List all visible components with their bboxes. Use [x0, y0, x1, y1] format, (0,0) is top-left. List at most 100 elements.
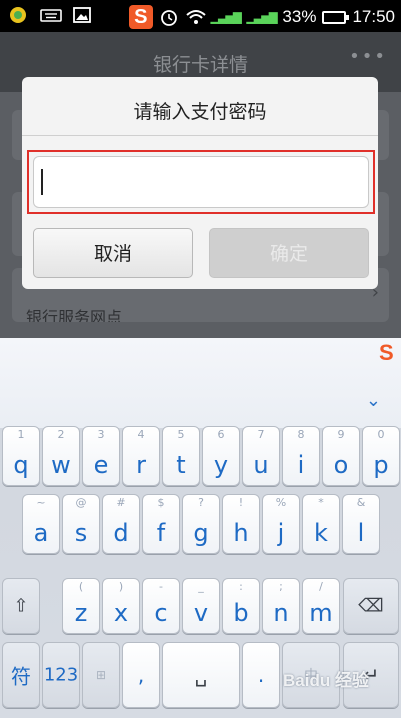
key-main-label: g	[193, 519, 209, 547]
key-e[interactable]: 3e	[82, 426, 120, 486]
key-sub-label: 1	[17, 428, 25, 441]
key-v[interactable]: _ v	[182, 578, 220, 634]
key-main-label: u	[253, 451, 269, 479]
key-o[interactable]: 9o	[322, 426, 360, 486]
sogou-input-icon: S	[128, 5, 153, 29]
key-main-label: i	[297, 451, 305, 479]
key-u[interactable]: 7u	[242, 426, 280, 486]
key-h[interactable]: ! h	[222, 494, 260, 554]
image-icon	[72, 5, 92, 25]
clock: 17:50	[352, 7, 395, 26]
key-b[interactable]: :b	[222, 578, 260, 634]
symbol-key[interactable]: 符	[2, 642, 40, 708]
key-x[interactable]: ) x	[102, 578, 140, 634]
key-sub-label: )	[118, 580, 124, 593]
key-sub-label: &	[356, 496, 366, 509]
key-main-label: x	[113, 599, 129, 627]
key-sub-label: %	[275, 496, 287, 509]
key-sub-label: 9	[337, 428, 345, 441]
key-main-label: k	[314, 519, 328, 547]
key-l[interactable]: & l	[342, 494, 380, 554]
key-j[interactable]: % j	[262, 494, 300, 554]
key-sub-label: 8	[297, 428, 305, 441]
page-title: 银行卡详情	[152, 54, 248, 76]
sogou-logo-icon[interactable]: S	[379, 340, 401, 365]
key-n[interactable]: ; n	[262, 578, 300, 634]
battery-percent: 33%	[282, 7, 317, 26]
password-input[interactable]	[33, 156, 369, 208]
signal-icon: ▁▃▅▇	[210, 11, 242, 24]
key-main-label: d	[113, 519, 129, 547]
key-main-label: b	[233, 599, 249, 627]
key-main-label: l	[357, 519, 365, 547]
key-sub-label: _	[198, 580, 204, 593]
key-c[interactable]: -c	[142, 578, 180, 634]
period-key[interactable]: .	[242, 642, 280, 708]
number-key[interactable]: 123	[42, 642, 80, 708]
key-main-label: s	[74, 519, 88, 547]
key-r[interactable]: 4r	[122, 426, 160, 486]
key-main-label: q	[13, 451, 29, 479]
key-sub-label: 2	[57, 428, 65, 441]
key-k[interactable]: * k	[302, 494, 340, 554]
key-main-label: z	[74, 599, 88, 627]
cancel-button[interactable]: 取消	[33, 228, 193, 278]
key-s[interactable]: @ s	[62, 494, 100, 554]
key-main-label: v	[193, 599, 209, 627]
key-q[interactable]: 1q	[2, 426, 40, 486]
key-f[interactable]: $ f	[142, 494, 180, 554]
key-sub-label: ?	[198, 496, 204, 509]
key-i[interactable]: 8i	[282, 426, 320, 486]
key-m[interactable]: / m	[302, 578, 340, 634]
key-main-label: m	[309, 599, 333, 627]
key-p[interactable]: 0p	[362, 426, 400, 486]
key-main-label: a	[33, 519, 49, 547]
payment-password-dialog: 请输入支付密码 取消 确定	[22, 77, 378, 289]
confirm-button[interactable]: 确定	[209, 228, 369, 278]
key-sub-label: *	[318, 496, 324, 509]
shift-key[interactable]: ⇧	[2, 578, 40, 634]
key-sub-label: 5	[177, 428, 185, 441]
app-notification-icon	[8, 5, 28, 25]
key-main-label: y	[213, 451, 229, 479]
key-main-label: t	[176, 451, 186, 479]
signal-icon: ▁▃▅▇	[246, 11, 278, 24]
key-a[interactable]: ~ a	[22, 494, 60, 554]
backspace-key[interactable]: ⌫	[343, 578, 399, 634]
bank-service-label: 银行服务网点	[26, 308, 123, 322]
key-d[interactable]: # d	[102, 494, 140, 554]
comma-key[interactable]: ,	[122, 642, 160, 708]
key-sub-label: 4	[137, 428, 145, 441]
key-sub-label: 7	[257, 428, 265, 441]
key-main-label: e	[93, 451, 109, 479]
key-g[interactable]: ? g	[182, 494, 220, 554]
baidu-watermark: Baidu 经验	[283, 671, 369, 690]
key-main-label: r	[136, 451, 146, 479]
key-sub-label: :	[239, 580, 243, 593]
space-key[interactable]: ␣	[162, 642, 240, 708]
key-sub-label: 6	[217, 428, 225, 441]
key-sub-label: -	[159, 580, 163, 593]
key-z[interactable]: (z	[62, 578, 100, 634]
key-w[interactable]: 2w	[42, 426, 80, 486]
text-caret	[41, 169, 43, 195]
wifi-icon	[185, 7, 206, 27]
key-t[interactable]: 5t	[162, 426, 200, 486]
battery-icon	[322, 10, 350, 24]
emoji-key[interactable]: ⊞	[82, 642, 120, 708]
status-bar: S ▁▃▅▇ ▁▃▅▇ 33% 17:50	[0, 0, 401, 32]
key-sub-label: #	[116, 496, 126, 509]
more-options-icon[interactable]: •••	[349, 46, 387, 67]
key-sub-label: /	[319, 580, 323, 593]
key-main-label: h	[233, 519, 249, 547]
key-main-label: c	[154, 599, 168, 627]
dialog-title: 请输入支付密码	[133, 101, 267, 123]
chevron-down-icon[interactable]: ⌄	[366, 390, 381, 411]
divider	[22, 135, 378, 136]
key-sub-label: !	[238, 496, 244, 509]
key-y[interactable]: 6y	[202, 426, 240, 486]
keyboard-toolbar: S ⌄	[0, 338, 401, 428]
key-sub-label: (	[78, 580, 84, 593]
key-sub-label: 3	[97, 428, 105, 441]
key-sub-label: @	[75, 496, 87, 509]
